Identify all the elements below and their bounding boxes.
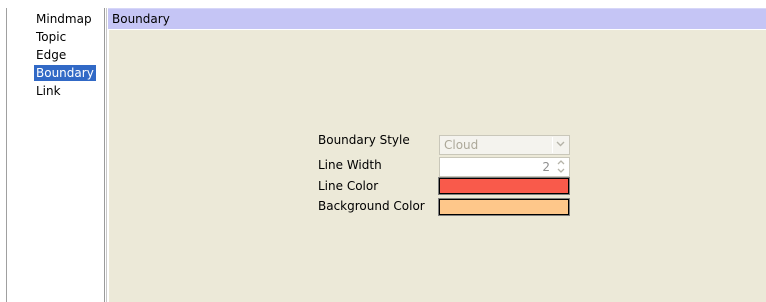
sidebar-item-mindmap[interactable]: Mindmap (34, 11, 94, 27)
boundary-style-value: Cloud (444, 138, 479, 152)
line-width-spinner[interactable]: 2 (439, 157, 570, 177)
sidebar-item-boundary[interactable]: Boundary (34, 65, 96, 81)
boundary-style-select[interactable]: Cloud (439, 135, 570, 155)
chevron-down-icon[interactable] (552, 137, 568, 153)
settings-panel: Boundary Boundary Style Cloud Line Width… (108, 8, 766, 302)
boundary-style-label: Boundary Style (318, 133, 410, 147)
chevron-down-icon[interactable] (554, 167, 568, 175)
sidebar-item-edge[interactable]: Edge (34, 47, 68, 63)
split-divider-highlight (106, 8, 107, 302)
panel-body (108, 30, 766, 302)
line-width-label: Line Width (318, 158, 382, 172)
split-divider[interactable] (104, 8, 105, 302)
panel-title: Boundary (112, 12, 170, 26)
background-color-swatch[interactable] (438, 198, 570, 216)
line-color-label: Line Color (318, 179, 379, 193)
line-color-swatch[interactable] (438, 177, 570, 195)
category-list: Mindmap Topic Edge Boundary Link (6, 8, 104, 302)
boundary-settings-window: Mindmap Topic Edge Boundary Link Boundar… (0, 0, 766, 302)
sidebar-item-topic[interactable]: Topic (34, 29, 68, 45)
chevron-up-icon[interactable] (554, 159, 568, 167)
panel-header: Boundary (108, 8, 766, 30)
background-color-label: Background Color (318, 199, 425, 213)
sidebar-item-link[interactable]: Link (34, 83, 63, 99)
line-width-value: 2 (542, 160, 550, 174)
spinner-buttons (554, 159, 568, 175)
